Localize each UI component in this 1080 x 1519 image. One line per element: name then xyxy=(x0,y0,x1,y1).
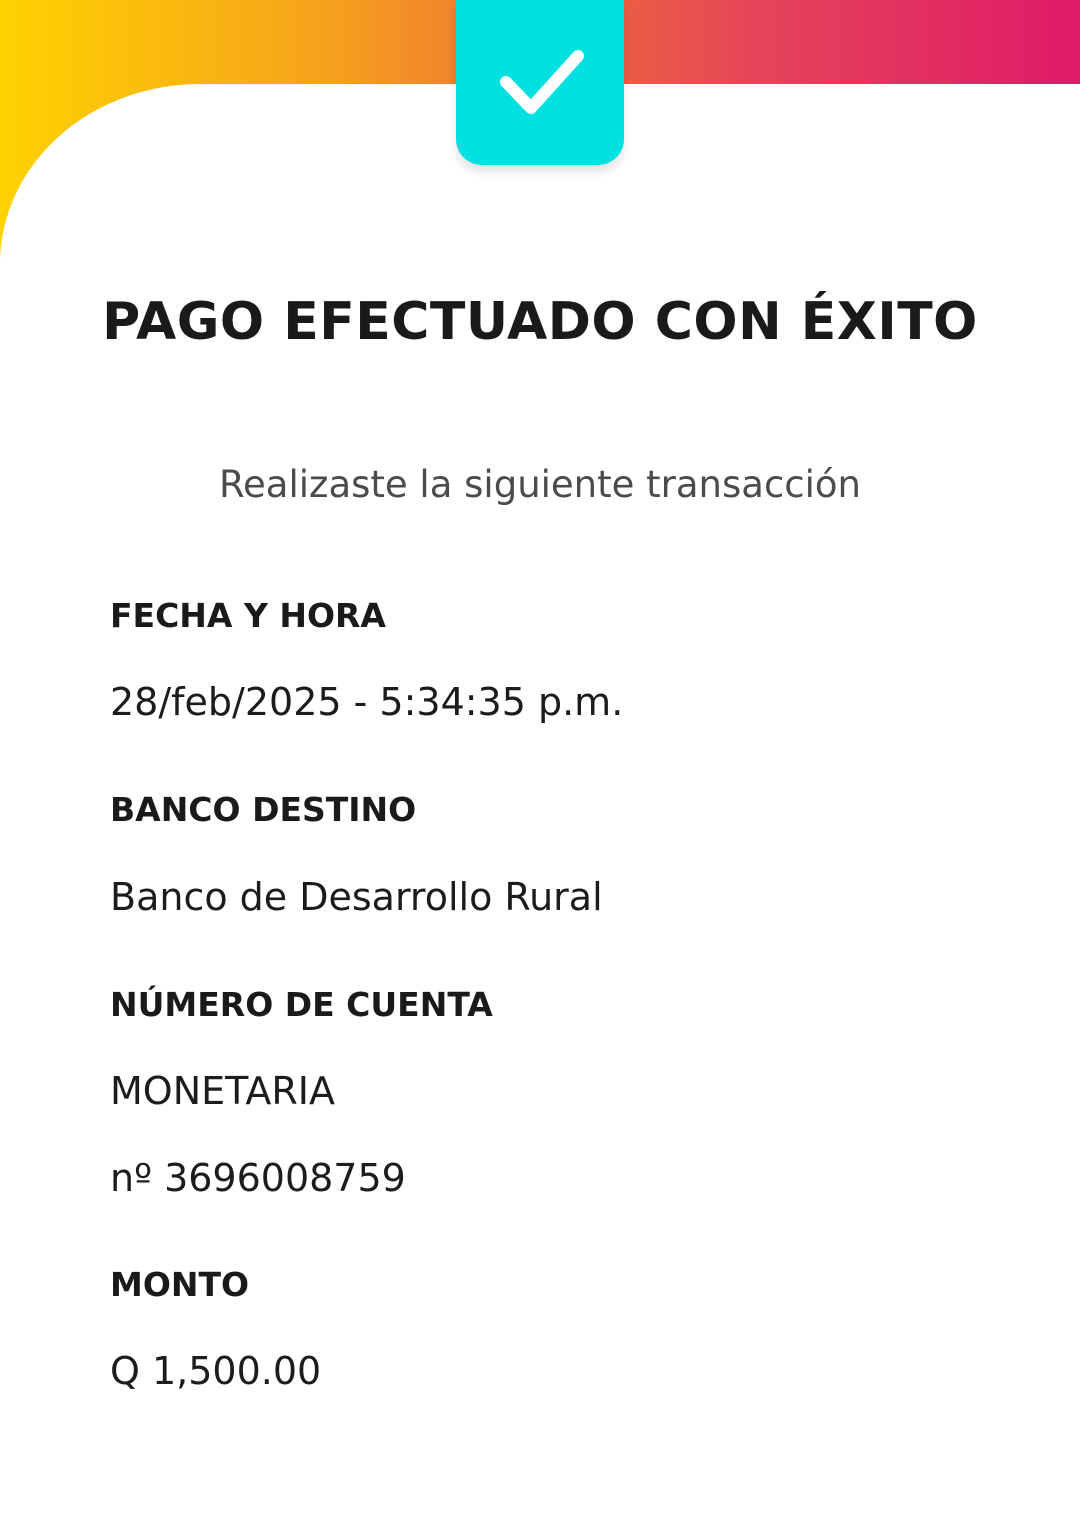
monto-label: MONTO xyxy=(110,1265,250,1304)
cuenta-tipo: MONETARIA xyxy=(110,1069,335,1113)
banco-value: Banco de Desarrollo Rural xyxy=(110,875,603,919)
monto-value: Q 1,500.00 xyxy=(110,1349,322,1393)
success-badge xyxy=(456,0,624,165)
fecha-label: FECHA Y HORA xyxy=(110,596,386,635)
page-subtitle: Realizaste la siguiente transacción xyxy=(218,463,862,506)
fecha-value: 28/feb/2025 - 5:34:35 p.m. xyxy=(110,680,624,724)
cuenta-label: NÚMERO DE CUENTA xyxy=(110,985,493,1024)
cuenta-numero: nº 3696008759 xyxy=(110,1156,406,1200)
header-curve xyxy=(0,84,1080,784)
banco-label: BANCO DESTINO xyxy=(110,790,417,829)
receipt-page: PAGO EFECTUADO CON ÉXITO Realizaste la s… xyxy=(0,0,1080,1519)
checkmark-icon xyxy=(500,50,584,114)
page-title: PAGO EFECTUADO CON ÉXITO xyxy=(102,292,978,352)
